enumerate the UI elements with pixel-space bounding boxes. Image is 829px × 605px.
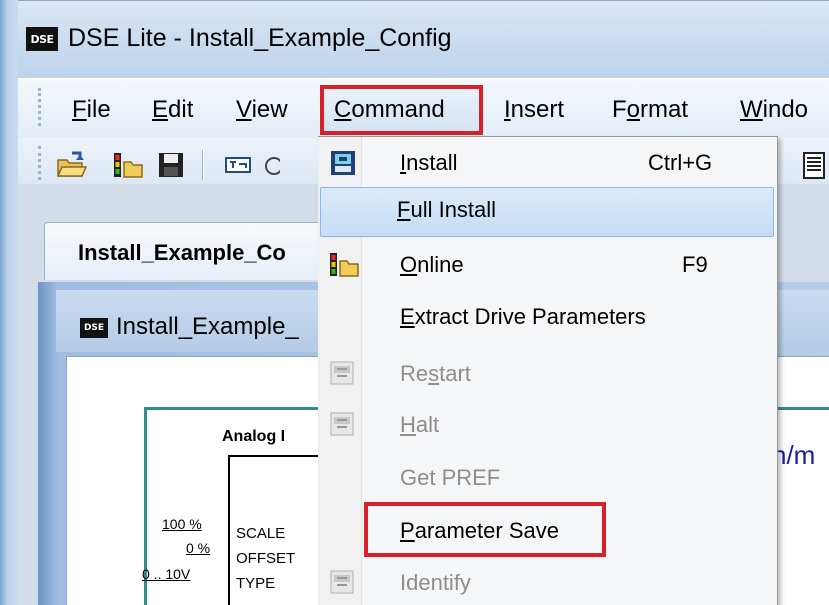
diagram-link-text[interactable]: n/m <box>772 440 815 471</box>
menu-file[interactable]: File <box>72 96 111 124</box>
menu-item-identify: Identify <box>320 560 774 605</box>
menu-item-full-install[interactable]: Full Install <box>320 187 774 237</box>
menu-window-label: indo <box>762 96 809 123</box>
pin-value-type[interactable]: 0 .. 10V <box>142 566 190 582</box>
online-icon <box>330 252 359 278</box>
menu-edit-label: dit <box>168 96 194 123</box>
toolbar-grip[interactable] <box>38 146 41 180</box>
shortcut-text: Ctrl+G <box>648 150 713 175</box>
install-icon <box>330 150 356 176</box>
menu-item-label: Identify <box>400 570 471 596</box>
menu-view-mnemonic: V <box>236 96 252 123</box>
menu-item-label: Online <box>400 252 464 278</box>
menu-edit[interactable]: Edit <box>152 96 193 124</box>
label-rest: Identify <box>400 570 471 595</box>
menu-item-label: Extract Drive Parameters <box>400 304 646 330</box>
window-title: DSE Lite - Install_Example_Config <box>68 24 452 52</box>
menu-window-mnemonic: W <box>740 96 763 123</box>
menu-item-online[interactable]: Online F9 <box>320 242 774 292</box>
menu-item-install[interactable]: Install Ctrl+G <box>320 140 774 190</box>
label-pre: Re <box>400 361 429 386</box>
menu-window[interactable]: Windo <box>740 96 808 124</box>
pin-value-scale[interactable]: 100 % <box>162 516 202 532</box>
label-rest: alt <box>415 412 440 437</box>
window-frame-left <box>0 0 18 605</box>
app-icon[interactable]: DSE <box>26 27 58 51</box>
pin-label-type: TYPE <box>236 575 276 592</box>
child-window-icon[interactable]: DSE <box>80 318 108 338</box>
menu-item-restart: Restart <box>320 351 774 401</box>
label-rest: nstall <box>406 150 458 175</box>
mnemonic: s <box>428 361 440 386</box>
pin-label-offset: OFFSET <box>236 550 296 567</box>
menu-file-mnemonic: F <box>72 96 87 123</box>
label-rest: xtract Drive Parameters <box>414 304 646 329</box>
block-title: Analog I <box>222 428 286 445</box>
menu-file-label: ile <box>86 96 111 123</box>
install-icon[interactable] <box>222 150 254 180</box>
pin-value-offset[interactable]: 0 % <box>186 540 210 556</box>
open-folder-icon[interactable] <box>56 150 88 180</box>
menu-item-label: Install <box>400 150 457 176</box>
mnemonic: E <box>400 304 415 329</box>
menu-format-label: rmat <box>640 96 689 123</box>
menu-item-label: Restart <box>400 361 471 387</box>
label-rest: tart <box>439 361 471 386</box>
shortcut-text: F9 <box>682 252 708 277</box>
child-window-title: Install_Example_ <box>116 313 299 340</box>
mnemonic: F <box>397 197 411 222</box>
menu-insert-mnemonic: I <box>504 96 511 123</box>
tab-label: Install_Example_Co <box>78 240 286 265</box>
save-icon[interactable] <box>156 150 188 180</box>
menu-view[interactable]: View <box>236 96 288 124</box>
menu-view-label: iew <box>251 96 288 123</box>
menu-command[interactable]: Command <box>334 96 445 124</box>
menu-format-pre: F <box>612 96 627 123</box>
label-rest: Get PREF <box>400 465 501 490</box>
menu-command-mnemonic: C <box>334 96 352 123</box>
identify-icon <box>330 570 356 596</box>
menubar-grip[interactable] <box>38 88 41 126</box>
menu-item-label: Halt <box>400 412 439 438</box>
menu-item-get-pref: Get PREF <box>320 455 774 505</box>
toolbar-separator <box>202 150 204 180</box>
parameter-save-highlight <box>364 502 606 557</box>
restart-icon <box>330 361 356 387</box>
halt-icon <box>330 412 356 438</box>
menu-format-mnemonic: o <box>626 96 641 123</box>
menu-command-label: ommand <box>351 96 445 123</box>
menu-item-label: Full Install <box>397 197 496 223</box>
menu-insert[interactable]: Insert <box>504 96 564 124</box>
toolbar-cut-icon[interactable] <box>260 152 280 180</box>
menu-edit-mnemonic: E <box>152 96 169 123</box>
menu-item-extract-drive-parameters[interactable]: Extract Drive Parameters <box>320 294 774 344</box>
mnemonic: O <box>400 252 418 277</box>
label-rest: nline <box>417 252 464 277</box>
pin-label-scale: SCALE <box>236 525 286 542</box>
online-icon[interactable] <box>112 150 144 180</box>
menu-format[interactable]: Format <box>612 96 688 124</box>
menu-item-label: Get PREF <box>400 465 500 491</box>
label-rest: ull Install <box>410 197 497 222</box>
document-icon[interactable] <box>796 150 828 180</box>
menu-insert-label: nsert <box>510 96 565 123</box>
mnemonic: H <box>400 412 416 437</box>
menu-item-halt: Halt <box>320 402 774 452</box>
